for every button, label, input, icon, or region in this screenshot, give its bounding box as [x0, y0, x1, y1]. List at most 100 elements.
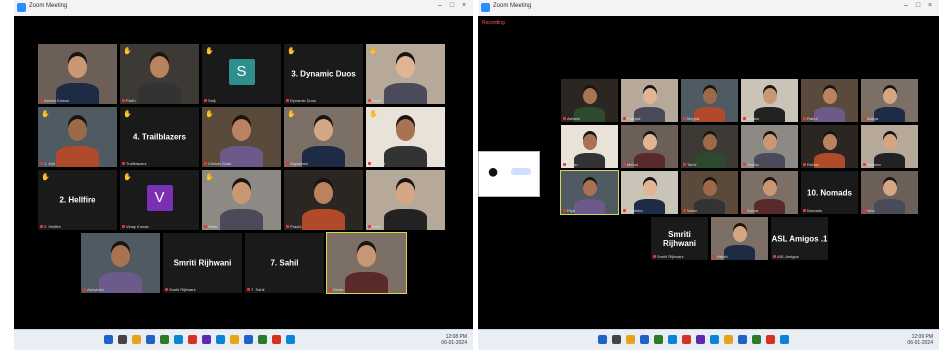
start-menu-icon[interactable]: [598, 335, 607, 344]
participant-tile[interactable]: Anushka: [621, 171, 678, 214]
clock[interactable]: 12:09 PM 06-01-2024: [907, 334, 933, 346]
participant-tile[interactable]: Smriti Rijhwani Smriti Rijhwani: [163, 233, 242, 293]
muted-mic-icon: [247, 288, 250, 291]
clock-date: 06-01-2024: [441, 340, 467, 346]
participant-tile[interactable]: Sneha: [741, 125, 798, 168]
taskbar-app-icon[interactable]: [188, 335, 197, 344]
taskbar-app-icon[interactable]: [272, 335, 281, 344]
participant-tile[interactable]: Ashish Kumar: [38, 44, 117, 104]
participant-tile[interactable]: 3. Dynamic Duos ✋ Dynamic Duos: [284, 44, 363, 104]
participant-tile[interactable]: Riya: [560, 170, 619, 215]
taskbar-app-icon[interactable]: [738, 335, 747, 344]
participant-tile[interactable]: Rahul: [801, 79, 858, 122]
participant-name: Rahul: [807, 116, 818, 121]
participant-tile[interactable]: 2. Hellfire ✋ 2. Hellfire: [38, 170, 117, 230]
participant-tile[interactable]: ASL Amigos .1 ASL Amigos: [771, 217, 828, 260]
participant-tile[interactable]: Kabir: [366, 170, 445, 230]
taskbar-app-icon[interactable]: [612, 335, 621, 344]
participant-tile[interactable]: Sameer: [861, 125, 918, 168]
participant-display-name: 4. Trailblazers: [133, 132, 186, 142]
participant-tile[interactable]: Kavya: [741, 171, 798, 214]
taskbar-app-icon[interactable]: [258, 335, 267, 344]
participant-name: Kavya: [747, 208, 759, 213]
participant-tile[interactable]: Karan: [561, 125, 618, 168]
zoom-icon: [481, 3, 490, 12]
participant-name: Ashish Kumar: [44, 98, 69, 103]
participant-tile[interactable]: ✋ Chetan Shah: [202, 107, 281, 167]
participant-name: Trailblazers: [126, 161, 147, 166]
close-button[interactable]: ×: [459, 2, 469, 9]
participant-tile[interactable]: S ✋ Saiji: [202, 44, 281, 104]
muted-mic-icon: [653, 255, 656, 258]
taskbar-app-icon[interactable]: [766, 335, 775, 344]
participant-face: [823, 88, 837, 104]
participant-tile[interactable]: Smriti Rijhwani Smriti Rijhwani: [651, 217, 708, 260]
participant-tile[interactable]: 10. Nomads Nomads: [801, 171, 858, 214]
taskbar-app-icon[interactable]: [132, 335, 141, 344]
participant-display-name: 2. Hellfire: [59, 195, 96, 205]
taskbar-app-icon[interactable]: [216, 335, 225, 344]
taskbar-app-icon[interactable]: [724, 335, 733, 344]
taskbar-app-icon[interactable]: [696, 335, 705, 344]
taskbar-app-icon[interactable]: [780, 335, 789, 344]
taskbar-app-icon[interactable]: [118, 335, 127, 344]
taskbar-app-icon[interactable]: [752, 335, 761, 344]
start-menu-icon[interactable]: [104, 335, 113, 344]
taskbar-app-icon[interactable]: [244, 335, 253, 344]
recording-indicator[interactable]: Recording: [482, 20, 505, 26]
participant-tile[interactable]: V ✋ Vinay Kumar: [120, 170, 199, 230]
taskbar-app-icon[interactable]: [682, 335, 691, 344]
participant-tile[interactable]: ✋ Sayantani: [284, 107, 363, 167]
participant-tile[interactable]: ✋ Vidhi: [366, 44, 445, 104]
minimize-button[interactable]: –: [435, 2, 445, 9]
participant-tile[interactable]: Ashwin: [561, 79, 618, 122]
taskbar-app-icon[interactable]: [668, 335, 677, 344]
taskbar-app-icon[interactable]: [230, 335, 239, 344]
participant-tile[interactable]: Megha: [681, 79, 738, 122]
participant-tile[interactable]: ✋ Parth: [120, 44, 199, 104]
maximize-button[interactable]: □: [913, 2, 923, 9]
participant-tile[interactable]: Ashutosh: [81, 233, 160, 293]
participant-face: [763, 180, 777, 196]
participant-name-label: ASL Amigos: [773, 254, 799, 259]
participant-tile[interactable]: Mehul: [621, 125, 678, 168]
taskbar-app-icon[interactable]: [654, 335, 663, 344]
participant-face: [583, 180, 597, 196]
window-title: Zoom Meeting: [493, 3, 532, 9]
participant-tile[interactable]: ✋ 1. Ankit: [366, 107, 445, 167]
participant-tile[interactable]: Rohan: [801, 125, 858, 168]
taskbar-app-icon[interactable]: [160, 335, 169, 344]
participant-tile[interactable]: Prachi: [284, 170, 363, 230]
participant-name: Smriti Rijhwani: [169, 287, 196, 292]
taskbar-app-icon[interactable]: [710, 335, 719, 344]
participant-tile[interactable]: Varun: [681, 171, 738, 214]
close-button[interactable]: ×: [925, 2, 935, 9]
participant-tile[interactable]: ✋ Nihar: [202, 170, 281, 230]
participant-tile[interactable]: Disha: [326, 232, 407, 294]
participant-tile[interactable]: ✋ 1. Arjit: [38, 107, 117, 167]
gallery-view: Recording ● Ashwin Pranjali Megha Ishaan Rah…: [478, 16, 939, 330]
participant-tile[interactable]: Tanvi: [681, 125, 738, 168]
taskbar-app-icon[interactable]: [286, 335, 295, 344]
maximize-button[interactable]: □: [447, 2, 457, 9]
taskbar-app-icon[interactable]: [202, 335, 211, 344]
participant-tile[interactable]: Harsh: [711, 217, 768, 260]
share-bar: [511, 168, 531, 175]
participant-name: Anushka: [627, 208, 643, 213]
taskbar-app-icon[interactable]: [174, 335, 183, 344]
clock[interactable]: 12:08 PM 06-01-2024: [441, 334, 467, 346]
participant-tile[interactable]: Pranjali: [621, 79, 678, 122]
taskbar-app-icon[interactable]: [640, 335, 649, 344]
participant-tile[interactable]: 4. Trailblazers ✋ Trailblazers: [120, 107, 199, 167]
participant-tile[interactable]: Isha: [861, 171, 918, 214]
participant-face: [643, 180, 657, 196]
participant-tile[interactable]: Aditya: [861, 79, 918, 122]
participant-tile[interactable]: 7. Sahil 7. Sahil: [245, 233, 324, 293]
screen-share-thumbnail[interactable]: ●: [478, 151, 540, 197]
participant-tile[interactable]: Ishaan: [741, 79, 798, 122]
taskbar-app-icon[interactable]: [146, 335, 155, 344]
participant-name: Megha: [687, 116, 700, 121]
minimize-button[interactable]: –: [901, 2, 911, 9]
taskbar-app-icon[interactable]: [626, 335, 635, 344]
participant-name: Tanvi: [687, 162, 697, 167]
